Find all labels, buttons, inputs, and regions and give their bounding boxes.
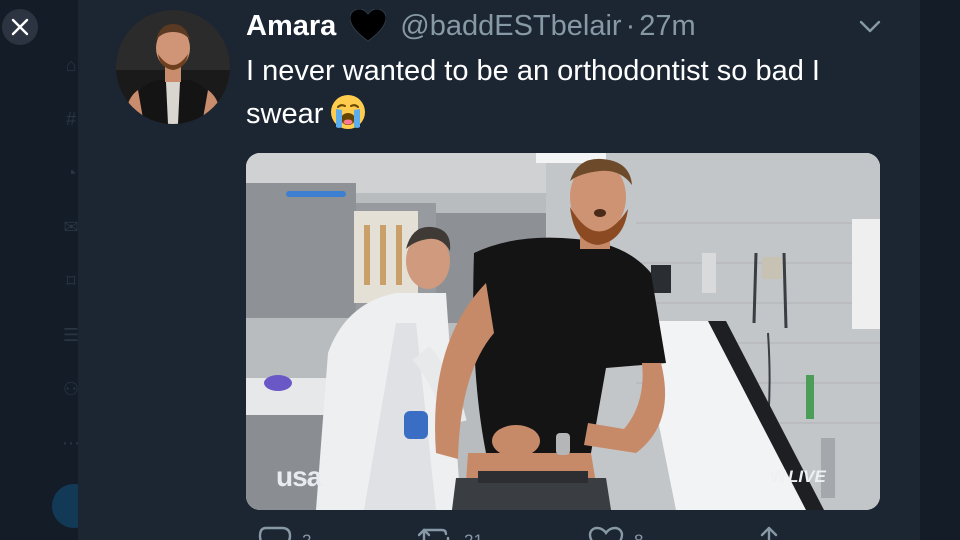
reply-button[interactable]: 2 bbox=[258, 526, 311, 540]
tweet-media-viewer: ⌂ # ◔ ✉ ⌑ ☰ ⚇ ⋯ Amara @baddESTbelair · 2… bbox=[0, 0, 960, 540]
like-count: 8 bbox=[634, 531, 643, 540]
retweet-button[interactable]: 21 bbox=[418, 526, 483, 540]
tweet-header: Amara @baddESTbelair · 27m bbox=[246, 4, 696, 48]
like-button[interactable]: 8 bbox=[588, 526, 643, 540]
like-icon bbox=[588, 526, 624, 540]
background-sidebar: ⌂ # ◔ ✉ ⌑ ☰ ⚇ ⋯ bbox=[48, 0, 80, 540]
retweet-icon bbox=[418, 528, 450, 540]
loudly-crying-face-icon bbox=[331, 95, 366, 129]
reply-icon bbox=[258, 526, 292, 540]
background-right-column bbox=[922, 0, 960, 540]
wwe-live-watermark: W LIVE bbox=[770, 467, 826, 486]
user-handle[interactable]: @baddESTbelair bbox=[400, 10, 621, 43]
separator-dot: · bbox=[625, 9, 636, 42]
black-heart-icon bbox=[350, 9, 387, 42]
share-button[interactable] bbox=[754, 526, 794, 540]
close-button[interactable] bbox=[2, 9, 38, 45]
tweet-card: Amara @baddESTbelair · 27m I never wante… bbox=[78, 0, 920, 540]
tweet-text: I never wanted to be an orthodontist so … bbox=[246, 50, 866, 136]
reply-count: 2 bbox=[302, 531, 311, 540]
display-name[interactable]: Amara bbox=[246, 10, 336, 43]
live-label: LIVE bbox=[788, 467, 826, 486]
close-icon bbox=[11, 18, 29, 36]
chevron-down-icon[interactable] bbox=[858, 14, 882, 38]
tweet-photo[interactable]: usa W LIVE bbox=[246, 153, 880, 510]
photo-scene bbox=[246, 153, 880, 510]
avatar[interactable] bbox=[116, 10, 230, 124]
retweet-count: 21 bbox=[464, 531, 483, 540]
share-icon bbox=[760, 526, 778, 540]
timestamp[interactable]: 27m bbox=[639, 10, 695, 43]
tweet-actions: 2 21 8 bbox=[246, 526, 806, 540]
usa-network-watermark: usa bbox=[276, 461, 322, 492]
